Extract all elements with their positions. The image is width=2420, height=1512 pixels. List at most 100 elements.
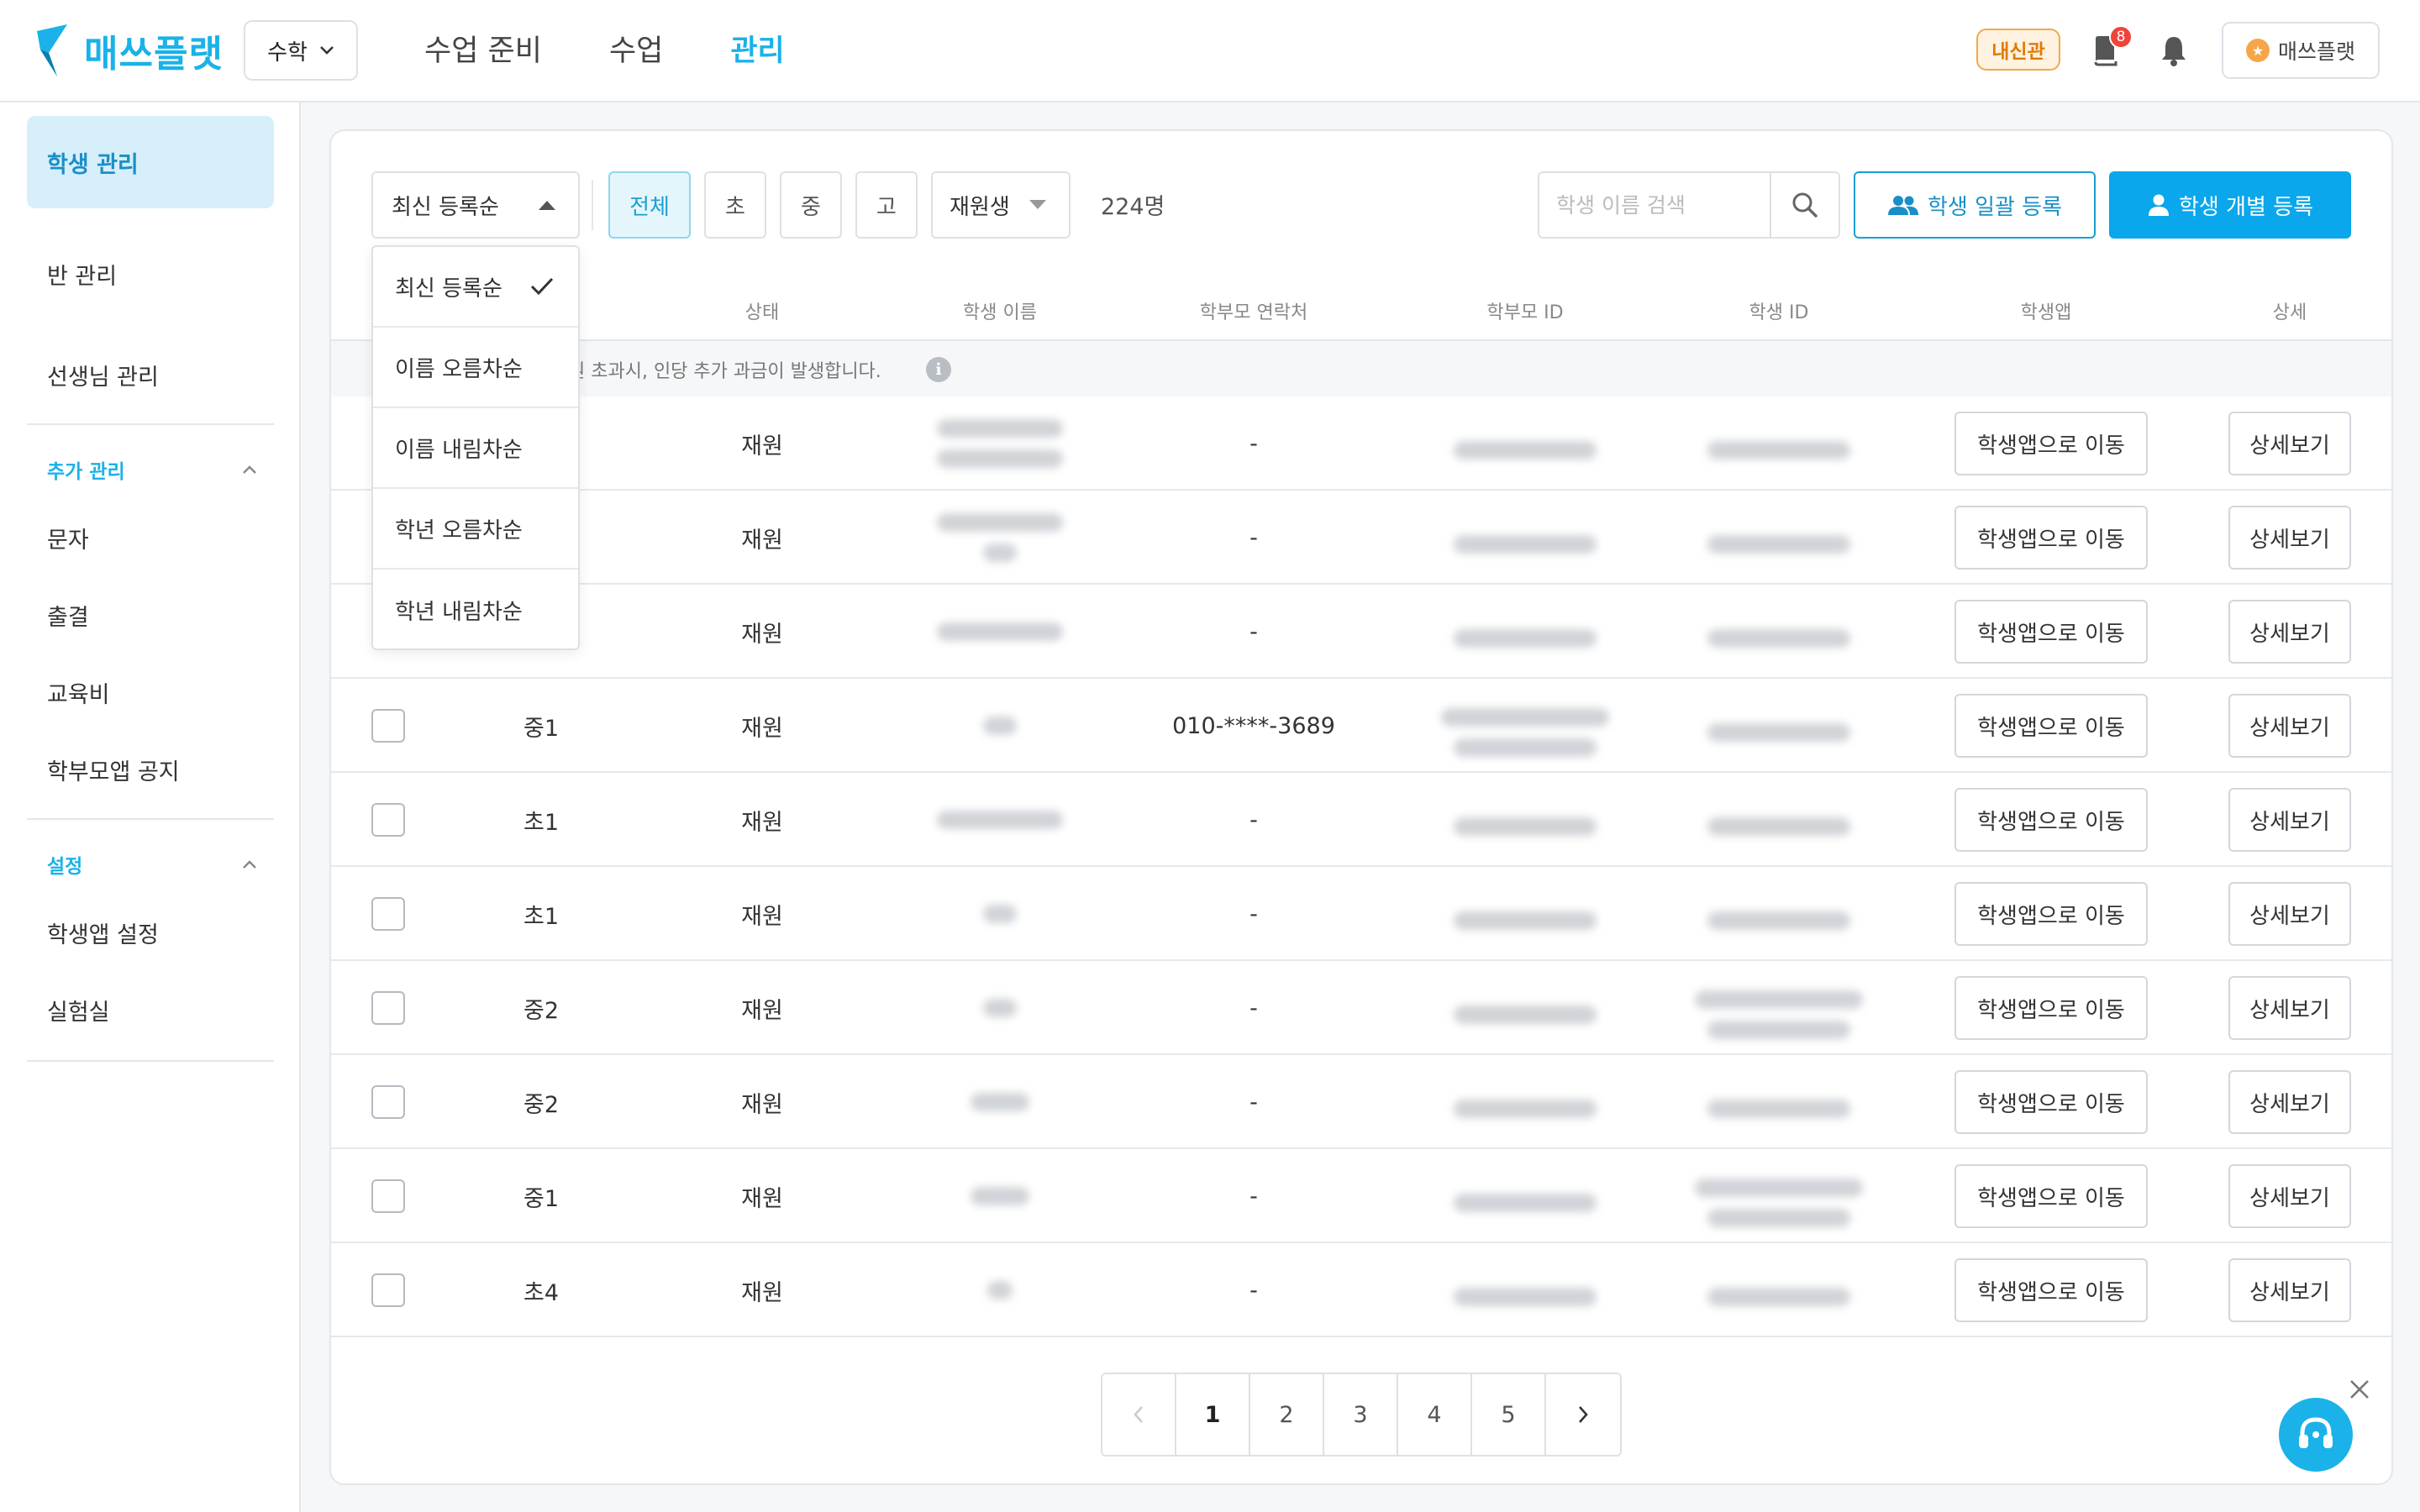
student-id-redacted (1695, 1179, 1863, 1227)
status-cell: 재원 (741, 715, 783, 742)
sidebar-item-lab[interactable]: 실험실 (27, 986, 274, 1033)
sort-option-label: 학년 오름차순 (395, 517, 523, 543)
nav-class[interactable]: 수업 (609, 27, 663, 70)
go-to-student-app-button[interactable]: 학생앱으로 이동 (1954, 506, 2148, 570)
sort-option-latest[interactable]: 최신 등록순 (373, 247, 578, 328)
go-to-student-app-button[interactable]: 학생앱으로 이동 (1954, 694, 2148, 758)
view-detail-button[interactable]: 상세보기 (2228, 1070, 2351, 1134)
pagination-prev-button[interactable] (1102, 1374, 1176, 1455)
pagination-page-2[interactable]: 2 (1250, 1374, 1324, 1455)
filter-elementary-button[interactable]: 초 (704, 171, 766, 239)
go-to-student-app-button[interactable]: 학생앱으로 이동 (1954, 1070, 2148, 1134)
pagination-page-3[interactable]: 3 (1324, 1374, 1398, 1455)
view-detail-button[interactable]: 상세보기 (2228, 694, 2351, 758)
nav-manage[interactable]: 관리 (730, 27, 784, 70)
student-id-cell (1707, 396, 1850, 491)
sort-option-name-asc[interactable]: 이름 오름차순 (373, 328, 578, 408)
naesin-badge[interactable]: 내신관 (1976, 29, 2060, 71)
view-detail-button[interactable]: 상세보기 (2228, 788, 2351, 852)
row-checkbox[interactable] (371, 803, 405, 837)
table-row: 재원 - 학생앱으로 이동 상세보기 (331, 396, 2391, 491)
logo[interactable]: 매쓰플랫 (37, 24, 224, 77)
check-icon (530, 277, 554, 296)
info-icon[interactable]: i (926, 357, 951, 382)
student-name-redacted (937, 811, 1063, 829)
go-to-student-app-button[interactable]: 학생앱으로 이동 (1954, 412, 2148, 475)
redacted-text (971, 1187, 1029, 1205)
go-to-student-app-button[interactable]: 학생앱으로 이동 (1954, 1258, 2148, 1322)
row-checkbox[interactable] (371, 897, 405, 931)
view-detail-button[interactable]: 상세보기 (2228, 600, 2351, 664)
sidebar-item-students[interactable]: 학생 관리 (27, 116, 274, 208)
table-row: 재원 - 학생앱으로 이동 상세보기 (331, 491, 2391, 585)
filter-middle-button[interactable]: 중 (780, 171, 842, 239)
view-detail-button[interactable]: 상세보기 (2228, 882, 2351, 946)
student-id-redacted (1707, 629, 1850, 648)
redacted-text (1707, 1209, 1850, 1227)
status-filter-select[interactable]: 재원생 (931, 171, 1071, 239)
bulk-register-button[interactable]: 학생 일괄 등록 (1854, 171, 2096, 239)
pagination-page-1[interactable]: 1 (1176, 1374, 1250, 1455)
row-checkbox[interactable] (371, 1085, 405, 1119)
search-button[interactable] (1771, 173, 1839, 237)
filter-high-button[interactable]: 고 (855, 171, 918, 239)
sort-option-label: 이름 내림차순 (395, 437, 523, 463)
notification-count-badge: 8 (2109, 25, 2133, 49)
column-header-status: 상태 (744, 302, 780, 323)
sort-option-label: 최신 등록순 (395, 276, 502, 302)
row-checkbox[interactable] (371, 1273, 405, 1307)
profile-button[interactable]: ★ 매쓰플랫 (2222, 22, 2380, 79)
sidebar-item-attendance[interactable]: 출결 (27, 591, 274, 638)
row-checkbox[interactable] (371, 991, 405, 1025)
sidebar-item-tuition[interactable]: 교육비 (27, 669, 274, 716)
column-header-student-name: 학생 이름 (963, 302, 1037, 323)
sidebar-item-student-app-settings[interactable]: 학생앱 설정 (27, 909, 274, 956)
row-checkbox[interactable] (371, 709, 405, 743)
support-chat-button[interactable] (2279, 1398, 2353, 1472)
sort-selected-label: 최신 등록순 (392, 194, 499, 220)
sidebar-section-settings[interactable]: 설정 (47, 850, 257, 879)
sort-select[interactable]: 최신 등록순 (371, 171, 580, 239)
go-to-student-app-button[interactable]: 학생앱으로 이동 (1954, 976, 2148, 1040)
student-name-cell (987, 1243, 1013, 1337)
row-checkbox[interactable] (371, 1179, 405, 1213)
sort-option-grade-asc[interactable]: 학년 오름차순 (373, 489, 578, 570)
student-count: 224명 (1101, 194, 1165, 220)
go-to-student-app-button[interactable]: 학생앱으로 이동 (1954, 1164, 2148, 1228)
subject-select[interactable]: 수학 (244, 20, 358, 81)
parent-phone-cell: - (1249, 900, 1258, 927)
pagination-page-4[interactable]: 4 (1398, 1374, 1472, 1455)
student-id-redacted (1707, 911, 1850, 930)
toolbar-divider (592, 180, 593, 230)
close-icon[interactable] (2344, 1374, 2375, 1404)
single-register-button[interactable]: 학생 개별 등록 (2109, 171, 2351, 239)
view-detail-button[interactable]: 상세보기 (2228, 506, 2351, 570)
view-detail-button[interactable]: 상세보기 (2228, 1164, 2351, 1228)
grade-cell: 중2 (523, 1091, 560, 1118)
status-cell: 재원 (741, 1185, 783, 1212)
view-detail-button[interactable]: 상세보기 (2228, 976, 2351, 1040)
view-detail-button[interactable]: 상세보기 (2228, 1258, 2351, 1322)
pagination-page-5[interactable]: 5 (1472, 1374, 1546, 1455)
sidebar-item-sms[interactable]: 문자 (27, 514, 274, 561)
status-cell: 재원 (741, 527, 783, 554)
section-title: 설정 (47, 856, 83, 878)
view-detail-button[interactable]: 상세보기 (2228, 412, 2351, 475)
search-input[interactable] (1539, 173, 1771, 237)
nav-class-prep[interactable]: 수업 준비 (424, 27, 542, 70)
go-to-student-app-button[interactable]: 학생앱으로 이동 (1954, 788, 2148, 852)
filter-all-button[interactable]: 전체 (608, 171, 691, 239)
bell-icon[interactable] (2158, 34, 2190, 67)
sidebar-item-parent-notice[interactable]: 학부모앱 공지 (27, 746, 274, 793)
sidebar-item-classes[interactable]: 반 관리 (27, 249, 274, 299)
go-to-student-app-button[interactable]: 학생앱으로 이동 (1954, 600, 2148, 664)
go-to-student-app-button[interactable]: 학생앱으로 이동 (1954, 882, 2148, 946)
sidebar-item-teachers[interactable]: 선생님 관리 (27, 349, 274, 400)
parent-phone-cell: - (1249, 524, 1258, 551)
redacted-text (1454, 629, 1597, 648)
sort-option-name-desc[interactable]: 이름 내림차순 (373, 408, 578, 489)
sidebar-section-extra[interactable]: 추가 관리 (47, 455, 257, 484)
pagination-next-button[interactable] (1546, 1374, 1620, 1455)
column-header-student-app: 학생앱 (2020, 302, 2072, 323)
sort-option-grade-desc[interactable]: 학년 내림차순 (373, 570, 578, 650)
